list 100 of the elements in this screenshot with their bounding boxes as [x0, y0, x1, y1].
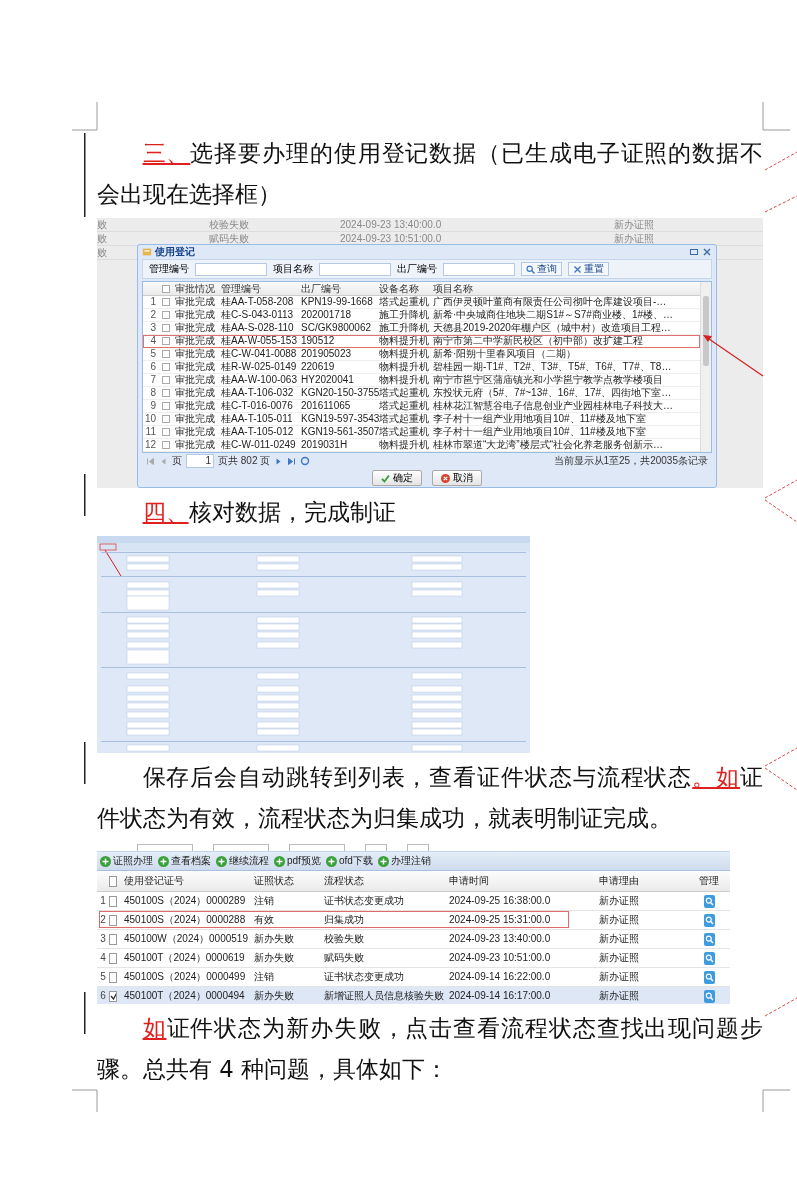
row-number: 11 — [144, 426, 157, 438]
confirm-button[interactable]: 确定 — [372, 470, 422, 486]
checkbox[interactable] — [109, 952, 117, 964]
search-icon[interactable] — [704, 932, 715, 946]
row-number: 1 — [100, 895, 106, 907]
column-header[interactable]: 管理编号 — [219, 282, 261, 295]
input-field[interactable] — [289, 844, 345, 851]
search-icon[interactable] — [704, 951, 715, 965]
table-row[interactable]: 1 450100S（2024）0000289 注销 证书状态变更成功 2024-09-25 16:38:00.0 新办证照 — [97, 892, 730, 911]
checkbox[interactable] — [162, 402, 170, 410]
previous-page-icon[interactable] — [159, 456, 168, 466]
table-cell-text: 新希·阳朔十里春风项目（二期） — [432, 348, 577, 360]
toolbar-button[interactable]: pdf预览 — [274, 855, 321, 867]
column-header[interactable]: 设备名称 — [377, 282, 419, 295]
toolbar-button[interactable]: 继续流程 — [216, 855, 269, 867]
row-number: 5 — [149, 348, 157, 360]
table-cell-text: 新办证照 — [598, 933, 639, 945]
row-number: 10 — [143, 413, 157, 425]
checkbox[interactable] — [109, 990, 117, 1002]
checkbox[interactable] — [109, 895, 117, 907]
column-header[interactable]: 出厂编号 — [299, 282, 341, 295]
last-page-icon[interactable] — [287, 456, 297, 466]
input-field[interactable] — [319, 262, 391, 276]
plus-circle-icon — [100, 855, 111, 867]
scrollbar[interactable] — [700, 282, 711, 452]
table-cell-text: 塔式起重机 — [379, 387, 429, 399]
marked-row[interactable]: 4 审批完成 桂AA-W-055-153 190512 物料提升机 南宁市第二中学新民校区（初中部）改扩建工程 — [143, 335, 700, 348]
input-field[interactable] — [443, 262, 515, 276]
checkbox[interactable] — [109, 933, 117, 945]
checkbox[interactable] — [162, 298, 170, 306]
close-icon[interactable] — [702, 247, 712, 257]
table-cell-text: 注销 — [253, 971, 274, 983]
row-number: 5 — [100, 971, 106, 983]
checkbox[interactable] — [162, 428, 170, 436]
search-icon[interactable] — [704, 970, 715, 984]
checkbox[interactable] — [162, 311, 170, 319]
table-row[interactable]: 6 450100T（2024）0000494 新办失败 新增证照人员信息核验失败 2024-09-14 16:17:00.0 新办证照 — [97, 987, 730, 1004]
search-button[interactable]: 查询 — [521, 262, 562, 276]
column-header[interactable]: 项目名称 — [431, 282, 473, 295]
row-number: 9 — [149, 400, 157, 412]
cross-icon — [573, 264, 582, 274]
checkbox[interactable] — [162, 324, 170, 332]
first-page-icon[interactable] — [146, 456, 155, 466]
input-field[interactable] — [195, 262, 267, 276]
toolbar-button[interactable]: ofd下载 — [325, 855, 373, 867]
toolbar-button[interactable]: 查看档案 — [158, 855, 211, 867]
checkbox[interactable] — [162, 389, 170, 397]
column-header[interactable]: 流程状态 — [321, 875, 364, 887]
table-row[interactable]: 2 450100S（2024）0000288 有效 归集成功 2024-09-25 15:31:00.0 新办证照 — [97, 911, 730, 930]
row-number: 3 — [100, 933, 106, 945]
search-icon[interactable] — [704, 913, 715, 927]
checkbox[interactable] — [162, 284, 170, 293]
search-icon[interactable] — [704, 989, 715, 1003]
search-icon — [526, 264, 535, 274]
table-cell-text: KGN20-150-3755 — [300, 387, 380, 399]
table-cell-text: 新办失败 — [253, 990, 294, 1002]
restore-icon[interactable] — [689, 247, 699, 257]
refresh-icon[interactable] — [300, 456, 311, 466]
checkbox[interactable] — [162, 376, 170, 384]
checkbox[interactable] — [162, 363, 170, 371]
table-cell-text: 2024-09-23 10:51:00.0 — [448, 952, 551, 964]
table-cell: 赋码失败 — [209, 232, 249, 245]
input-field[interactable] — [365, 844, 387, 851]
table-cell: 2024-09-23 13:40:00.0 — [340, 218, 442, 231]
column-header[interactable]: 证照状态 — [251, 875, 294, 887]
checkbox[interactable] — [162, 350, 170, 358]
checkbox[interactable] — [109, 971, 117, 983]
checkbox[interactable] — [109, 914, 117, 926]
checkbox[interactable] — [162, 415, 170, 423]
toolbar-button[interactable]: 办理注销 — [377, 855, 431, 867]
toolbar-button[interactable]: 证照办理 — [100, 855, 153, 867]
table-cell: 败 — [97, 218, 107, 231]
revision-leader-line — [764, 499, 797, 523]
column-header[interactable]: 审批情况 — [173, 282, 215, 295]
checkbox[interactable] — [162, 441, 170, 449]
input-field[interactable] — [137, 844, 193, 851]
cancel-button[interactable]: 取消 — [432, 470, 482, 486]
column-header[interactable]: 申请时间 — [446, 875, 489, 887]
reset-button[interactable]: 重置 — [568, 262, 609, 276]
table-row[interactable]: 4 450100T（2024）0000619 新办失败 赋码失败 2024-09-23 10:51:00.0 新办证照 — [97, 949, 730, 968]
search-icon[interactable] — [704, 894, 715, 908]
table-cell-text: 桂AA-T-058-208 — [220, 296, 294, 308]
checkbox[interactable] — [162, 337, 170, 345]
column-header[interactable]: 使用登记证号 — [121, 875, 184, 887]
crop-mark — [762, 1089, 791, 1113]
table-cell-text: 2024-09-14 16:22:00.0 — [448, 971, 551, 983]
table-cell-text: 桂R-W-025-0149 — [220, 361, 297, 373]
page-field[interactable]: 1 — [186, 454, 214, 468]
plus-circle-icon — [325, 855, 337, 867]
pager-label: 页共 802 页 — [218, 455, 271, 467]
input-field[interactable] — [407, 844, 429, 851]
checkbox[interactable] — [109, 875, 117, 887]
column-header[interactable]: 申请理由 — [596, 875, 639, 887]
table-cell: 败 — [97, 246, 107, 259]
column-header[interactable]: 管理 — [696, 875, 719, 887]
table-row[interactable]: 3 450100W（2024）0000519 新办失败 校验失败 2024-09-23 13:40:00.0 新办证照 — [97, 930, 730, 949]
paragraph: 保存后会自动跳转到列表，查看证件状态与流程状态。如证件状态为有效，流程状态为归集成功，就表明制证完成。 — [97, 763, 763, 833]
table-cell-text: 2024-09-14 16:17:00.0 — [448, 990, 551, 1002]
table-cell-text: 塔式起重机 — [379, 413, 429, 425]
input-field[interactable] — [213, 844, 269, 851]
